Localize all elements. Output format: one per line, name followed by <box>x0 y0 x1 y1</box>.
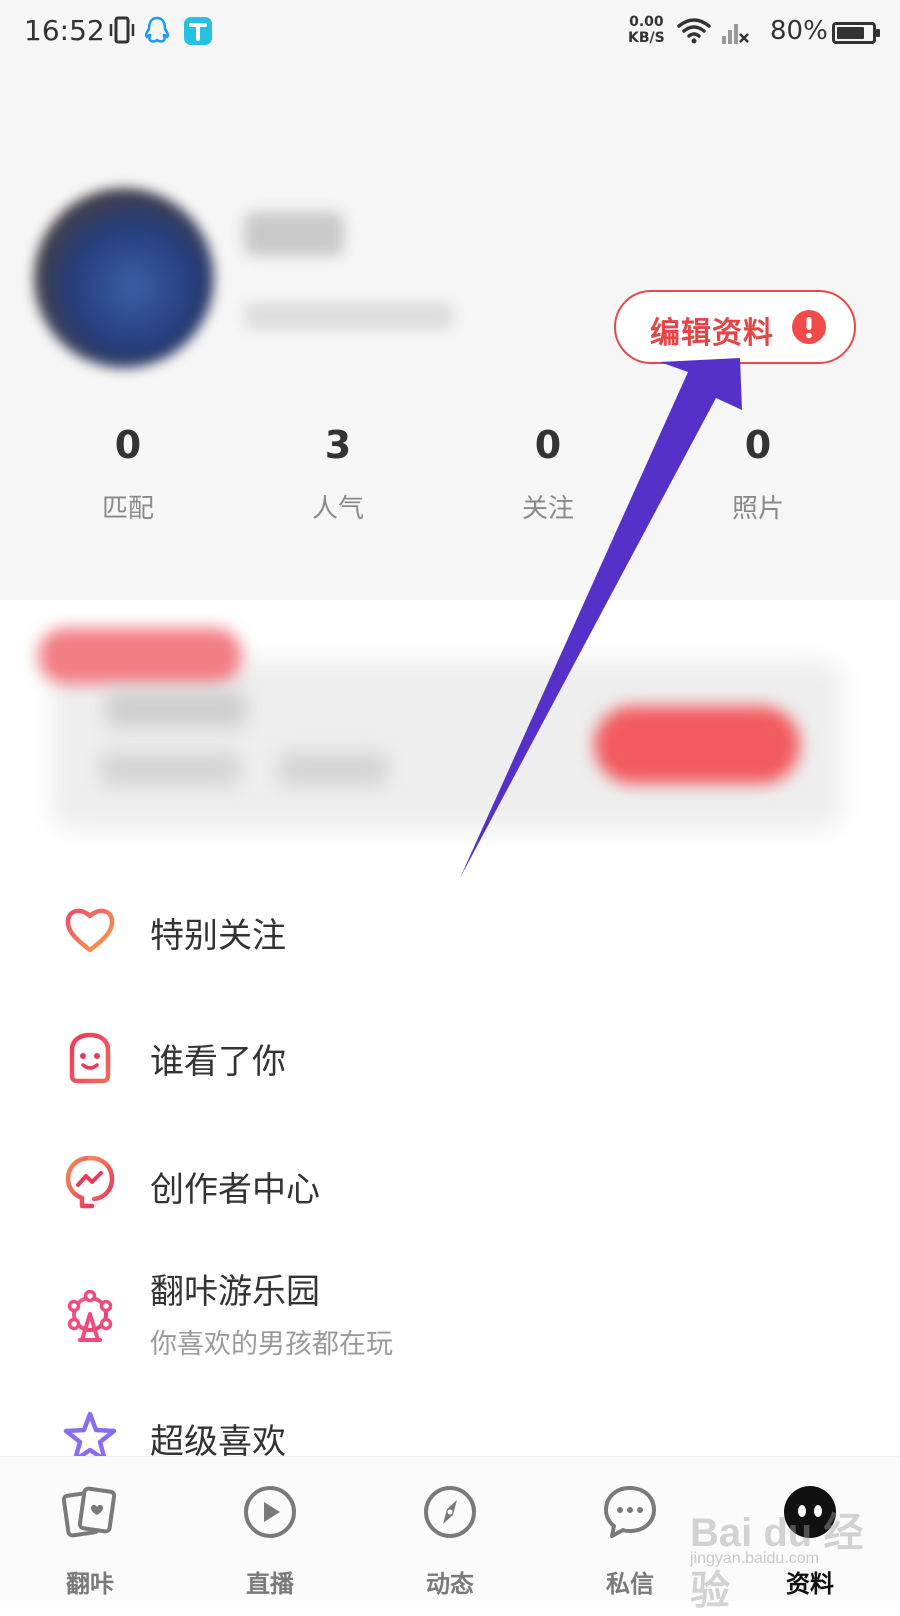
annotation-arrow-icon <box>460 358 742 878</box>
